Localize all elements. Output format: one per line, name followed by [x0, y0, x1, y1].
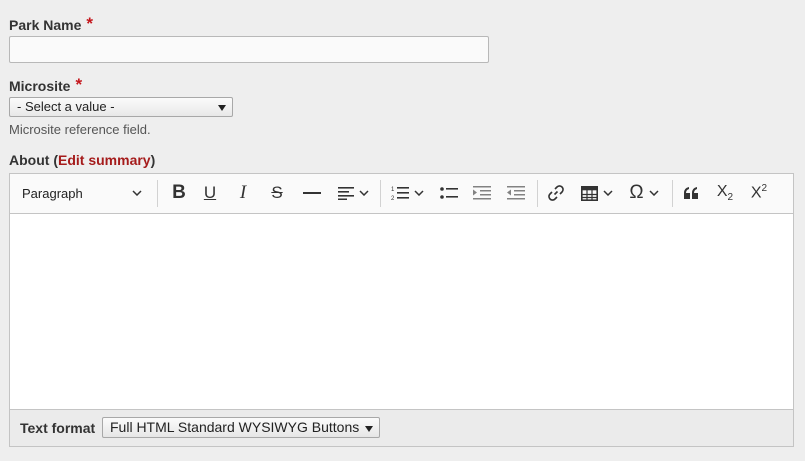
table-icon: [581, 185, 598, 201]
blockquote-button[interactable]: [676, 179, 706, 207]
editor-toolbar: Paragraph B U I S 12 Ω X2 X2: [10, 174, 793, 214]
edit-summary-link[interactable]: Edit summary: [58, 152, 151, 168]
link-icon: [548, 185, 564, 201]
bold-button[interactable]: B: [164, 179, 194, 207]
chevron-down-icon: [132, 190, 142, 196]
park-name-input[interactable]: [9, 36, 489, 63]
paren-close: ): [150, 152, 156, 168]
bulleted-list-icon: [440, 187, 458, 199]
text-format-selected-value: Full HTML Standard WYSIWYG Buttons: [110, 419, 360, 435]
microsite-label: Microsite *: [9, 75, 83, 96]
required-marker: *: [86, 14, 94, 33]
rich-text-editor: Paragraph B U I S 12 Ω X2 X2 Text format…: [9, 173, 794, 447]
park-name-label-text: Park Name: [9, 17, 82, 33]
numbered-list-icon: 12: [391, 187, 409, 201]
svg-text:1: 1: [391, 187, 395, 193]
align-dropdown[interactable]: [332, 179, 374, 207]
blockquote-icon: [684, 187, 698, 199]
toolbar-separator: [672, 180, 673, 207]
paragraph-format-label: Paragraph: [22, 185, 83, 201]
toolbar-separator: [157, 180, 158, 207]
microsite-selected-value: - Select a value -: [17, 99, 115, 114]
toolbar-separator: [537, 180, 538, 207]
strikethrough-icon: S: [271, 183, 283, 202]
chevron-down-icon: [649, 190, 659, 196]
bulleted-list-button[interactable]: [434, 179, 464, 207]
dropdown-arrow-icon: [218, 105, 226, 111]
subscript-icon: X2: [716, 182, 734, 204]
chevron-down-icon: [413, 190, 424, 196]
horizontal-line-icon: [303, 192, 321, 194]
subscript-button[interactable]: X2: [710, 179, 740, 207]
outdent-icon: [507, 186, 525, 200]
indent-icon: [473, 186, 491, 200]
indent-button[interactable]: [467, 179, 497, 207]
table-dropdown[interactable]: [576, 179, 618, 207]
about-label: About (Edit summary): [9, 152, 155, 168]
microsite-description: Microsite reference field.: [9, 122, 151, 137]
text-format-bar: Text format Full HTML Standard WYSIWYG B…: [10, 409, 793, 446]
microsite-select[interactable]: - Select a value -: [9, 97, 233, 117]
chevron-down-icon: [358, 190, 369, 196]
special-characters-dropdown[interactable]: Ω: [622, 179, 666, 207]
microsite-label-text: Microsite: [9, 78, 71, 94]
park-name-label: Park Name *: [9, 14, 94, 35]
italic-icon: I: [239, 182, 247, 203]
dropdown-arrow-icon: [365, 426, 373, 432]
outdent-button[interactable]: [501, 179, 531, 207]
strikethrough-button[interactable]: S: [262, 179, 292, 207]
text-format-label: Text format: [20, 420, 96, 436]
about-label-text: About: [9, 152, 50, 168]
underline-icon: U: [203, 183, 217, 202]
superscript-icon: X2: [750, 183, 768, 202]
italic-button[interactable]: I: [228, 179, 258, 207]
align-left-icon: [337, 187, 354, 200]
required-marker: *: [75, 75, 83, 94]
chevron-down-icon: [603, 190, 613, 196]
underline-button[interactable]: U: [195, 179, 225, 207]
text-format-select[interactable]: Full HTML Standard WYSIWYG Buttons: [102, 417, 380, 438]
bold-icon: B: [172, 182, 186, 203]
link-button[interactable]: [541, 179, 571, 207]
toolbar-separator: [380, 180, 381, 207]
superscript-button[interactable]: X2: [744, 179, 774, 207]
paragraph-format-dropdown[interactable]: Paragraph: [14, 179, 150, 207]
numbered-list-dropdown[interactable]: 12: [386, 179, 428, 207]
horizontal-line-button[interactable]: [297, 179, 327, 207]
svg-text:2: 2: [391, 196, 395, 201]
editor-content-area[interactable]: [10, 214, 793, 410]
special-characters-icon: Ω: [629, 182, 644, 203]
